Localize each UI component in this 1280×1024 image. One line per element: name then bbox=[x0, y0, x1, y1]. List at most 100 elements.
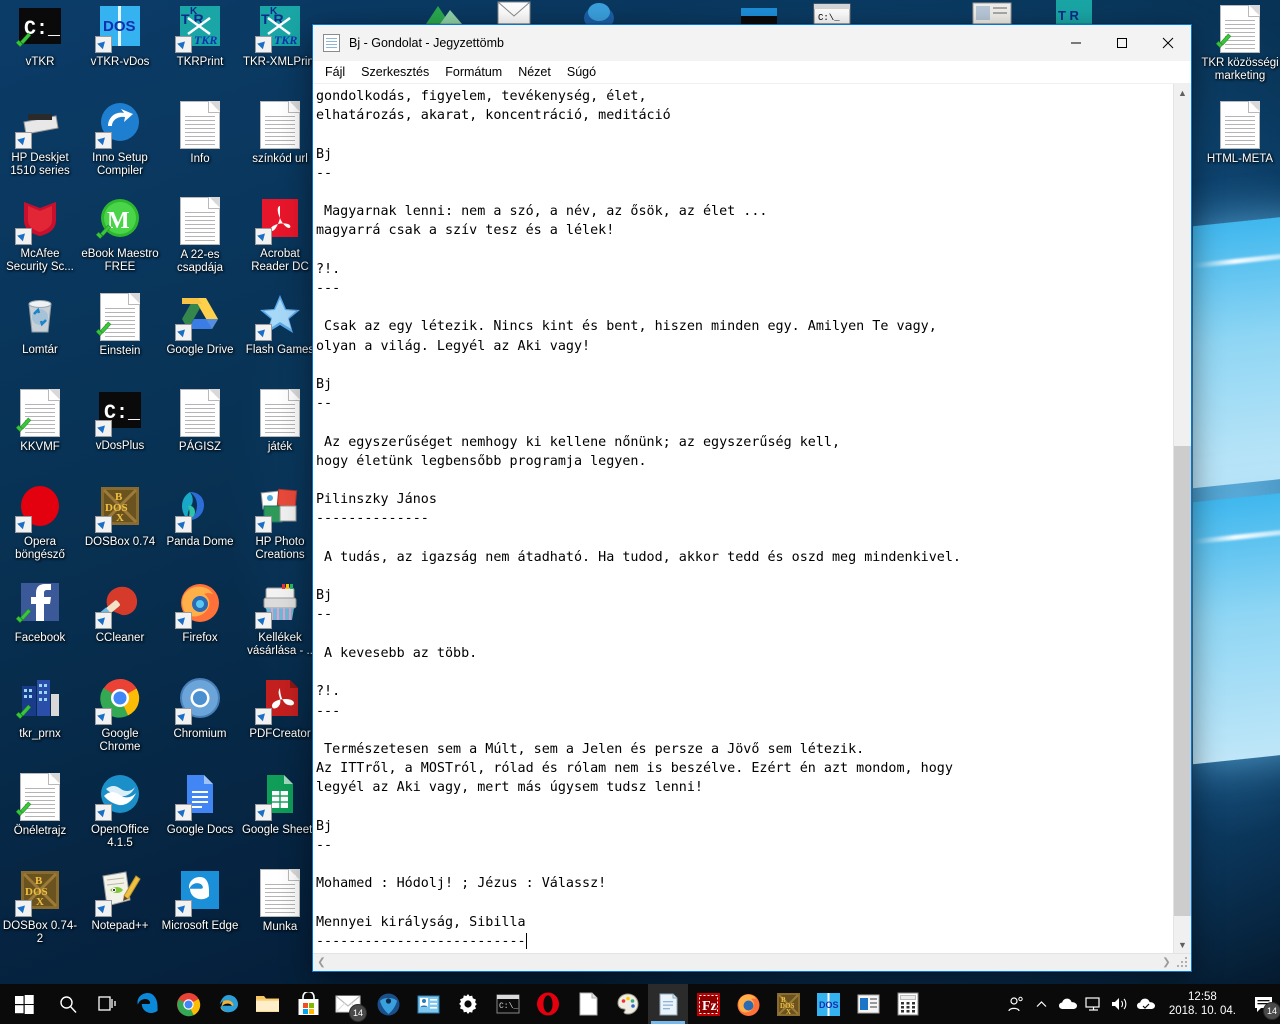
horizontal-scrollbar[interactable]: ❮ ❯ bbox=[313, 953, 1191, 971]
calculator-button[interactable] bbox=[888, 984, 928, 1024]
minimize-button[interactable] bbox=[1053, 25, 1099, 61]
scroll-down-arrow[interactable]: ▼ bbox=[1174, 936, 1191, 953]
scroll-right-arrow[interactable]: ❯ bbox=[1158, 957, 1175, 968]
microsoft-store-button[interactable] bbox=[288, 984, 328, 1024]
task-view-button[interactable] bbox=[88, 984, 128, 1024]
network-icon[interactable] bbox=[1081, 984, 1107, 1024]
taskbar[interactable]: 14 C:\_ Fz B DOS X DOS 12:58 2018. 10. 0… bbox=[0, 984, 1280, 1024]
vdos-button[interactable]: DOS bbox=[808, 984, 848, 1024]
desktop-icon-p-gisz[interactable]: PÁGISZ bbox=[160, 388, 240, 454]
volume-icon[interactable] bbox=[1107, 984, 1133, 1024]
desktop-icon-vtkr[interactable]: C:_ vTKR bbox=[0, 4, 80, 69]
desktop-icon-lomt-r[interactable]: Lomtár bbox=[0, 292, 80, 357]
menu-bar[interactable]: Fájl Szerkesztés Formátum Nézet Súgó bbox=[313, 61, 1191, 84]
clock[interactable]: 12:58 2018. 10. 04. bbox=[1159, 990, 1246, 1018]
chrome-button[interactable] bbox=[168, 984, 208, 1024]
paint-button[interactable] bbox=[608, 984, 648, 1024]
news-button[interactable] bbox=[848, 984, 888, 1024]
vertical-scrollbar[interactable]: ▲ ▼ bbox=[1173, 84, 1191, 953]
desktop-icon-google-sheets[interactable]: Google Sheets bbox=[240, 772, 320, 837]
desktop-icon-html-meta[interactable]: HTML-META bbox=[1200, 100, 1280, 166]
desktop-icon-partial-3[interactable] bbox=[575, 0, 623, 24]
desktop-icon-tkr-k-z-ss-gi-marketing[interactable]: TKR közösségi marketing bbox=[1200, 4, 1280, 83]
desktop-icon-munka[interactable]: Munka bbox=[240, 868, 320, 934]
opera-button[interactable] bbox=[528, 984, 568, 1024]
window-titlebar[interactable]: Bj - Gondolat - Jegyzettömb bbox=[313, 25, 1191, 61]
desktop-icon-pdfcreator[interactable]: PDFCreator bbox=[240, 676, 320, 741]
document-text[interactable]: gondolkodás, figyelem, tevékenység, élet… bbox=[316, 87, 1173, 951]
desktop-icon-ebook-maestro-free[interactable]: MeBook Maestro FREE bbox=[80, 196, 160, 274]
desktop-icon-flash-games[interactable]: Flash Games bbox=[240, 292, 320, 357]
thunderbird-button[interactable] bbox=[368, 984, 408, 1024]
desktop-icon-tkrprint[interactable]: T R K TKR TKRPrint bbox=[160, 4, 240, 69]
edge-button[interactable] bbox=[128, 984, 168, 1024]
system-tray[interactable]: 12:58 2018. 10. 04. 14 bbox=[1003, 984, 1280, 1024]
desktop-icon-sz-nk-d-url[interactable]: színkód url bbox=[240, 100, 320, 166]
desktop-icon-chromium[interactable]: Chromium bbox=[160, 676, 240, 741]
maximize-button[interactable] bbox=[1099, 25, 1145, 61]
menu-item-view[interactable]: Nézet bbox=[510, 63, 559, 81]
dosbox-button[interactable]: B DOS X bbox=[768, 984, 808, 1024]
mail-button[interactable]: 14 bbox=[328, 984, 368, 1024]
desktop-icon-j-t-k[interactable]: játék bbox=[240, 388, 320, 454]
filezilla-button[interactable]: Fz bbox=[688, 984, 728, 1024]
desktop-icon-dosbox-0-74[interactable]: B DOS X DOSBox 0.74 bbox=[80, 484, 160, 549]
desktop-icon-einstein[interactable]: Einstein bbox=[80, 292, 160, 358]
desktop-icon-partial-5[interactable]: C:\_ bbox=[808, 0, 856, 24]
desktop-icon-notepad[interactable]: Notepad++ bbox=[80, 868, 160, 933]
cloud-icon[interactable] bbox=[1133, 984, 1159, 1024]
desktop-icon-vtkr-vdos[interactable]: DOS vTKR-vDos bbox=[80, 4, 160, 69]
text-editor-area[interactable]: gondolkodás, figyelem, tevékenység, élet… bbox=[313, 84, 1173, 953]
contacts-button[interactable] bbox=[408, 984, 448, 1024]
desktop-icon-openoffice-4-1-5[interactable]: OpenOffice 4.1.5 bbox=[80, 772, 160, 850]
desktop-icon-vdosplus[interactable]: C:_ vDosPlus bbox=[80, 388, 160, 453]
desktop-icon-partial-4[interactable] bbox=[735, 0, 783, 24]
desktop-icon-opera-b-ng-sz[interactable]: Opera böngésző bbox=[0, 484, 80, 562]
menu-item-help[interactable]: Súgó bbox=[559, 63, 604, 81]
desktop-icon-dosbox-0-74-2[interactable]: B DOS X DOSBox 0.74-2 bbox=[0, 868, 80, 946]
desktop-icon-partial-6[interactable] bbox=[968, 0, 1016, 24]
desktop-icon-a-22-es-csapd-ja[interactable]: A 22-es csapdája bbox=[160, 196, 240, 275]
desktop-icon-ccleaner[interactable]: CCleaner bbox=[80, 580, 160, 645]
desktop-icon-n-letrajz[interactable]: Önéletrajz bbox=[0, 772, 80, 838]
settings-button[interactable] bbox=[448, 984, 488, 1024]
file-explorer-button[interactable] bbox=[248, 984, 288, 1024]
notepad-window[interactable]: Bj - Gondolat - Jegyzettömb Fájl Szerkes… bbox=[312, 24, 1192, 972]
people-icon[interactable] bbox=[1003, 984, 1029, 1024]
document-button[interactable] bbox=[568, 984, 608, 1024]
start-button[interactable] bbox=[0, 984, 48, 1024]
desktop-icon-acrobat-reader-dc[interactable]: Acrobat Reader DC bbox=[240, 196, 320, 274]
search-button[interactable] bbox=[48, 984, 88, 1024]
show-hidden-icons-button[interactable] bbox=[1029, 984, 1055, 1024]
desktop-icon-microsoft-edge[interactable]: Microsoft Edge bbox=[160, 868, 240, 933]
desktop-icon-tkr-xmlprint[interactable]: T R K TKR TKR-XMLPrint bbox=[240, 4, 320, 69]
desktop-icon-panda-dome[interactable]: Panda Dome bbox=[160, 484, 240, 549]
desktop-icon-facebook[interactable]: Facebook bbox=[0, 580, 80, 645]
notepad-button[interactable] bbox=[648, 984, 688, 1024]
desktop-icon-hp-photo-creations[interactable]: HP Photo Creations bbox=[240, 484, 320, 562]
desktop-icon-hp-deskjet-1510-series[interactable]: HP Deskjet 1510 series bbox=[0, 100, 80, 178]
desktop-icon-info[interactable]: Info bbox=[160, 100, 240, 166]
desktop-icon-kell-kek-v-s-rl-sa[interactable]: Kellékek vásárlása - .. bbox=[240, 580, 320, 658]
resize-grip[interactable] bbox=[1175, 955, 1191, 971]
desktop-icon-firefox[interactable]: Firefox bbox=[160, 580, 240, 645]
desktop-icon-tkr-prnx[interactable]: tkr_prnx bbox=[0, 676, 80, 741]
menu-item-file[interactable]: Fájl bbox=[317, 63, 353, 81]
internet-explorer-button[interactable] bbox=[208, 984, 248, 1024]
desktop-icon-google-chrome[interactable]: Google Chrome bbox=[80, 676, 160, 754]
firefox-button[interactable] bbox=[728, 984, 768, 1024]
scroll-up-arrow[interactable]: ▲ bbox=[1174, 84, 1191, 101]
close-button[interactable] bbox=[1145, 25, 1191, 61]
desktop-icon-kkvmf[interactable]: KKVMF bbox=[0, 388, 80, 454]
menu-item-format[interactable]: Formátum bbox=[437, 63, 510, 81]
onedrive-icon[interactable] bbox=[1055, 984, 1081, 1024]
desktop-icon-partial-7[interactable]: T R bbox=[1050, 0, 1098, 24]
desktop-icon-partial-2[interactable] bbox=[490, 0, 538, 24]
vertical-scrollbar-thumb[interactable] bbox=[1174, 446, 1191, 916]
command-prompt-button[interactable]: C:\_ bbox=[488, 984, 528, 1024]
desktop-icon-partial-1[interactable] bbox=[418, 0, 466, 24]
menu-item-edit[interactable]: Szerkesztés bbox=[353, 63, 437, 81]
scroll-left-arrow[interactable]: ❮ bbox=[313, 957, 330, 968]
action-center-button[interactable]: 14 bbox=[1246, 984, 1280, 1024]
desktop-icon-google-drive[interactable]: Google Drive bbox=[160, 292, 240, 357]
